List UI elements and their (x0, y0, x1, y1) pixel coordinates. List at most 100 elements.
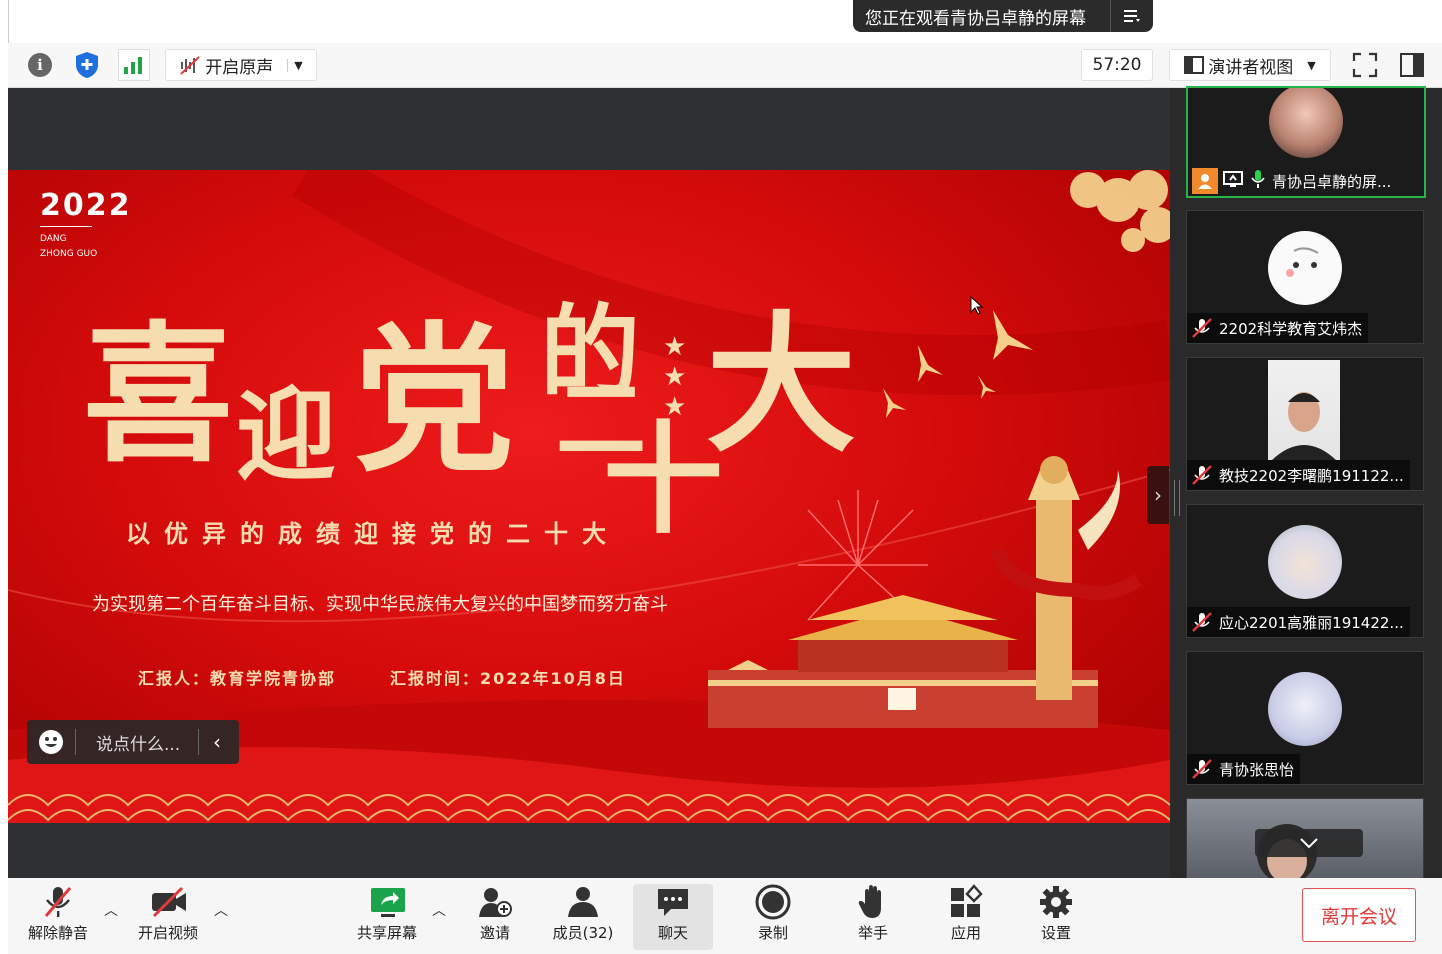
record-button[interactable]: 录制 (733, 884, 813, 950)
participant-name: 教技2202李曙鹏191122... (1219, 466, 1404, 485)
chat-icon (658, 889, 688, 916)
leave-meeting-label: 离开会议 (1320, 905, 1397, 928)
mic-muted-icon (44, 887, 72, 917)
apps-label: 应用 (950, 924, 981, 942)
share-options-caret[interactable]: ︿ (432, 900, 446, 920)
members-icon (568, 887, 598, 917)
video-options-caret[interactable]: ︿ (214, 900, 228, 920)
share-screen-icon (371, 888, 405, 917)
slide-report-time: 汇报时间：2022年10月8日 (390, 669, 626, 688)
original-sound-label: 开启原声 (205, 57, 274, 78)
audio-options-caret[interactable]: ︿ (104, 900, 118, 920)
participant-name-bar: 青协吕卓静的屏... (1188, 166, 1397, 196)
original-sound-icon (180, 56, 200, 75)
participant-video (1268, 360, 1340, 460)
settings-button[interactable]: 设置 (1016, 884, 1096, 950)
participant-tile[interactable]: 青协张思怡 (1186, 651, 1424, 785)
info-icon[interactable]: i (28, 53, 52, 77)
mic-muted-icon (1192, 318, 1212, 338)
members-label: 成员(32) (552, 924, 614, 942)
participant-name: 应心2201高雅丽191422... (1219, 613, 1404, 632)
participant-name: 青协张思怡 (1219, 760, 1295, 779)
participant-name: 青协吕卓静的屏... (1272, 172, 1392, 191)
mouse-cursor-icon (970, 296, 984, 315)
screen-share-icon (1222, 169, 1244, 193)
mic-muted-icon (1192, 612, 1212, 632)
panel-toggle-icon[interactable] (1398, 51, 1426, 79)
leave-meeting-button[interactable]: 离开会议 (1302, 888, 1416, 942)
participant-gallery: 青协吕卓静的屏... 2202科学教育艾炜杰 教技2202李曙鹏191122..… (1170, 86, 1442, 880)
speaker-view-icon (1184, 56, 1205, 74)
chevron-left-icon[interactable]: ‹ (199, 730, 221, 754)
invite-label: 邀请 (479, 924, 510, 942)
fullscreen-icon[interactable] (1352, 52, 1378, 78)
view-mode-label: 演讲者视图 (1208, 57, 1294, 78)
participant-tile[interactable] (1186, 798, 1424, 880)
record-label: 录制 (757, 924, 788, 942)
settings-label: 设置 (1040, 924, 1071, 942)
host-icon (1192, 168, 1218, 194)
apps-button[interactable]: 应用 (926, 884, 1006, 950)
unmute-button[interactable]: 解除静音 (18, 884, 98, 950)
chat-input-placeholder[interactable]: 说点什么... (76, 730, 198, 755)
meeting-controls-bar: 解除静音 ︿ 开启视频 ︿ 共享屏幕 ︿ 邀请 成员(32) 聊天 录制 举手 … (8, 878, 1442, 954)
meeting-timer: 57:20 (1081, 49, 1153, 81)
title-char-shi: 十 (603, 409, 723, 550)
participant-tile[interactable]: 青协吕卓静的屏... (1186, 86, 1426, 198)
participant-tile[interactable]: 应心2201高雅丽191422... (1186, 504, 1424, 638)
participant-name: 2202科学教育艾炜杰 (1219, 319, 1363, 338)
scroll-down-button[interactable] (1255, 829, 1363, 857)
gear-icon (1040, 886, 1072, 918)
emoji-icon[interactable] (27, 729, 75, 755)
slide-sub-line-1: DANG (40, 234, 67, 244)
share-screen-button[interactable]: 共享屏幕 (347, 884, 427, 950)
participant-tile[interactable]: 教技2202李曙鹏191122... (1186, 357, 1424, 491)
top-toolbar: i 开启原声 ▼ 57:20 演讲者视图 ▼ (8, 43, 1442, 88)
banner-menu-icon[interactable] (1110, 0, 1153, 32)
title-char-da: 大 (706, 297, 857, 473)
start-video-button[interactable]: 开启视频 (128, 884, 208, 950)
chevron-right-icon: › (1154, 483, 1162, 507)
gallery-resize-handle[interactable] (1174, 480, 1180, 516)
chevron-down-icon[interactable]: ▼ (287, 58, 303, 72)
participant-name-bar: 教技2202李曙鹏191122... (1187, 460, 1410, 490)
chevron-down-icon (1300, 838, 1318, 849)
title-char-ying: 迎 (236, 376, 336, 494)
mic-muted-icon (1192, 465, 1212, 485)
slide-sub-line-2: ZHONG GUO (40, 249, 98, 259)
share-screen-label: 共享屏幕 (356, 924, 417, 942)
record-icon (755, 884, 791, 920)
slide-subtitle: 以优异的成绩迎接党的二十大 (126, 520, 620, 548)
participant-name-bar: 应心2201高雅丽191422... (1187, 607, 1410, 637)
participant-avatar (1268, 231, 1342, 305)
apps-icon (951, 884, 983, 917)
title-stars: ★ ★ ★ (663, 332, 687, 422)
title-char-xi: 喜 (83, 307, 234, 483)
raise-hand-icon (858, 885, 881, 918)
participant-name-bar: 2202科学教育艾炜杰 (1187, 313, 1369, 343)
chat-button[interactable]: 聊天 (633, 884, 713, 950)
chevron-down-icon: ▼ (1307, 58, 1316, 72)
chat-label: 聊天 (657, 924, 688, 942)
participant-avatar (1268, 525, 1342, 599)
participant-name-bar: 青协张思怡 (1187, 754, 1301, 784)
participant-avatar (1269, 88, 1343, 158)
slide-reporter: 汇报人：教育学院青协部 (138, 669, 337, 688)
participant-tile[interactable]: 2202科学教育艾炜杰 (1186, 210, 1424, 344)
raise-hand-button[interactable]: 举手 (833, 884, 913, 950)
banner-text: 您正在观看青协吕卓静的屏幕 (865, 8, 1086, 29)
original-sound-button[interactable]: 开启原声 ▼ (165, 49, 317, 81)
invite-button[interactable]: 邀请 (455, 884, 535, 950)
mic-on-icon (1250, 169, 1266, 193)
members-button[interactable]: 成员(32) (543, 884, 623, 950)
security-shield-icon[interactable] (74, 51, 100, 79)
start-video-label: 开启视频 (137, 924, 198, 942)
chat-input-bar[interactable]: 说点什么... ‹ (27, 720, 239, 764)
mic-muted-icon (1192, 759, 1212, 779)
view-mode-button[interactable]: 演讲者视图 ▼ (1169, 49, 1331, 81)
collapse-gallery-button[interactable]: › (1147, 466, 1169, 524)
screen-share-banner: 您正在观看青协吕卓静的屏幕 (853, 0, 1153, 32)
timer-text: 57:20 (1092, 55, 1142, 75)
video-off-icon (152, 886, 186, 918)
network-signal-icon[interactable] (118, 49, 150, 81)
